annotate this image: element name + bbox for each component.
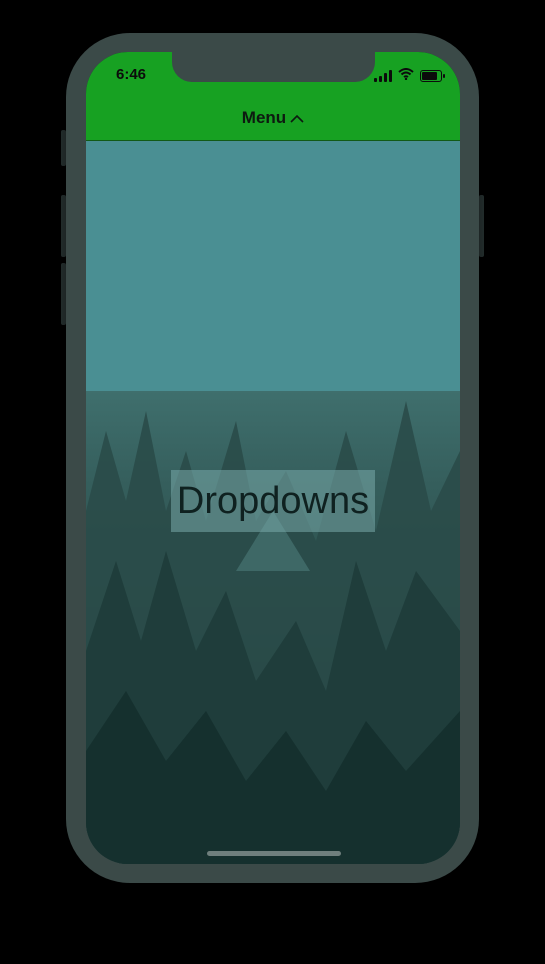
power-button bbox=[479, 195, 484, 257]
page-title: Dropdowns bbox=[171, 470, 375, 532]
forest-background-image: Dropdowns bbox=[86, 391, 460, 864]
forest-illustration bbox=[86, 401, 460, 864]
menu-button[interactable]: Menu bbox=[86, 108, 460, 129]
phone-screen: Menu 6:46 Dropdowns bbox=[86, 52, 460, 864]
cellular-signal-icon bbox=[374, 70, 392, 82]
wifi-icon bbox=[398, 67, 414, 85]
notch bbox=[172, 52, 375, 82]
status-icons bbox=[374, 67, 445, 85]
chevron-up-icon bbox=[290, 109, 304, 129]
dropdown-panel bbox=[86, 141, 460, 391]
home-indicator[interactable] bbox=[207, 851, 341, 856]
menu-label: Menu bbox=[241, 108, 287, 127]
battery-icon bbox=[420, 70, 445, 82]
status-time: 6:46 bbox=[116, 66, 147, 83]
